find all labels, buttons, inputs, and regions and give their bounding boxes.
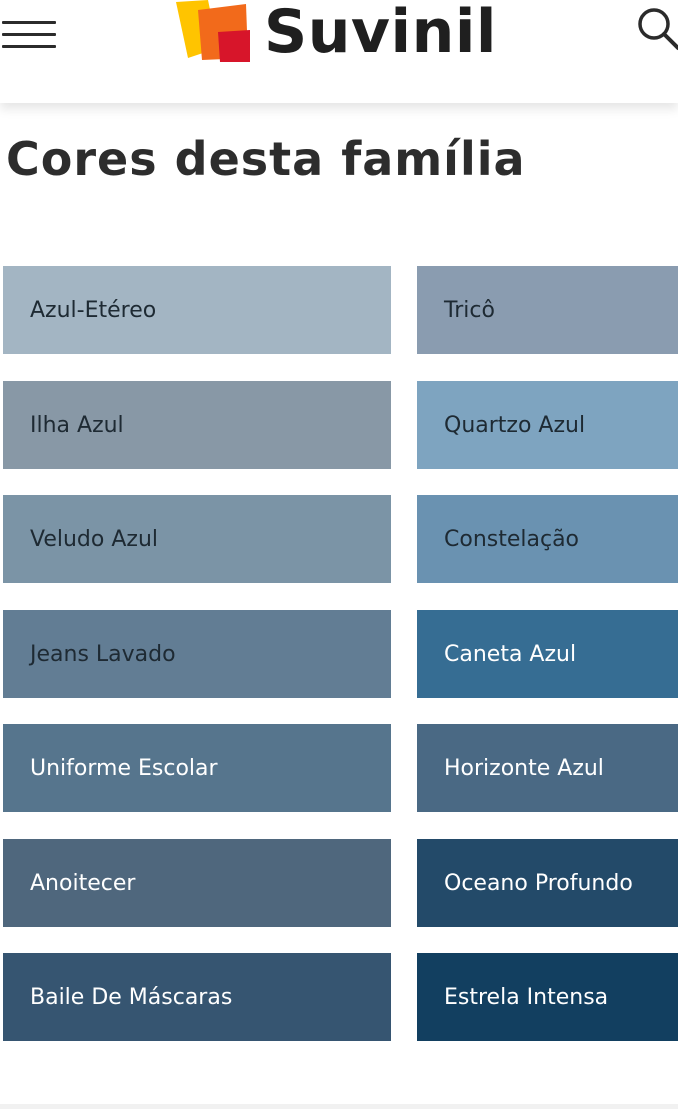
color-swatch[interactable]: Anoitecer [3,839,391,927]
page: Suvinil Cores desta família Azul-Etéreo I… [0,0,678,1109]
color-swatch[interactable]: Jeans Lavado [3,610,391,698]
color-swatch[interactable]: Quartzo Azul [417,381,678,469]
color-name: Baile De Máscaras [30,984,233,1010]
color-name: Ilha Azul [30,412,124,438]
brand-name: Suvinil [264,0,497,67]
color-name: Anoitecer [30,870,136,896]
menu-line [2,21,56,24]
color-name: Estrela Intensa [444,984,609,1010]
color-name: Oceano Profundo [444,870,633,896]
color-swatch[interactable]: Uniforme Escolar [3,724,391,812]
color-name: Constelação [444,526,580,552]
color-swatch[interactable]: Caneta Azul [417,610,678,698]
color-name: Uniforme Escolar [30,755,218,781]
color-name: Quartzo Azul [444,412,586,438]
divider [0,1104,678,1109]
hamburger-menu-icon[interactable] [2,12,58,56]
menu-line [2,33,56,36]
color-name: Tricô [444,297,495,323]
section-title: Cores desta família [6,132,526,186]
color-name: Caneta Azul [444,641,577,667]
brand-logo[interactable]: Suvinil [174,0,504,70]
menu-line [2,45,56,48]
color-name: Horizonte Azul [444,755,604,781]
search-icon-graphic [638,8,678,50]
color-swatch[interactable]: Ilha Azul [3,381,391,469]
logo-mark-icon [176,0,250,62]
color-swatch[interactable]: Tricô [417,266,678,354]
color-name: Azul-Etéreo [30,297,157,323]
color-swatch[interactable]: Azul-Etéreo [3,266,391,354]
color-swatch[interactable]: Estrela Intensa [417,953,678,1041]
top-header: Suvinil [0,0,678,103]
search-icon[interactable] [634,4,678,58]
color-swatch[interactable]: Constelação [417,495,678,583]
color-swatch[interactable]: Oceano Profundo [417,839,678,927]
color-swatch[interactable]: Horizonte Azul [417,724,678,812]
color-swatch[interactable]: Veludo Azul [3,495,391,583]
color-name: Veludo Azul [30,526,159,552]
color-swatch[interactable]: Baile De Máscaras [3,953,391,1041]
color-name: Jeans Lavado [30,641,176,667]
